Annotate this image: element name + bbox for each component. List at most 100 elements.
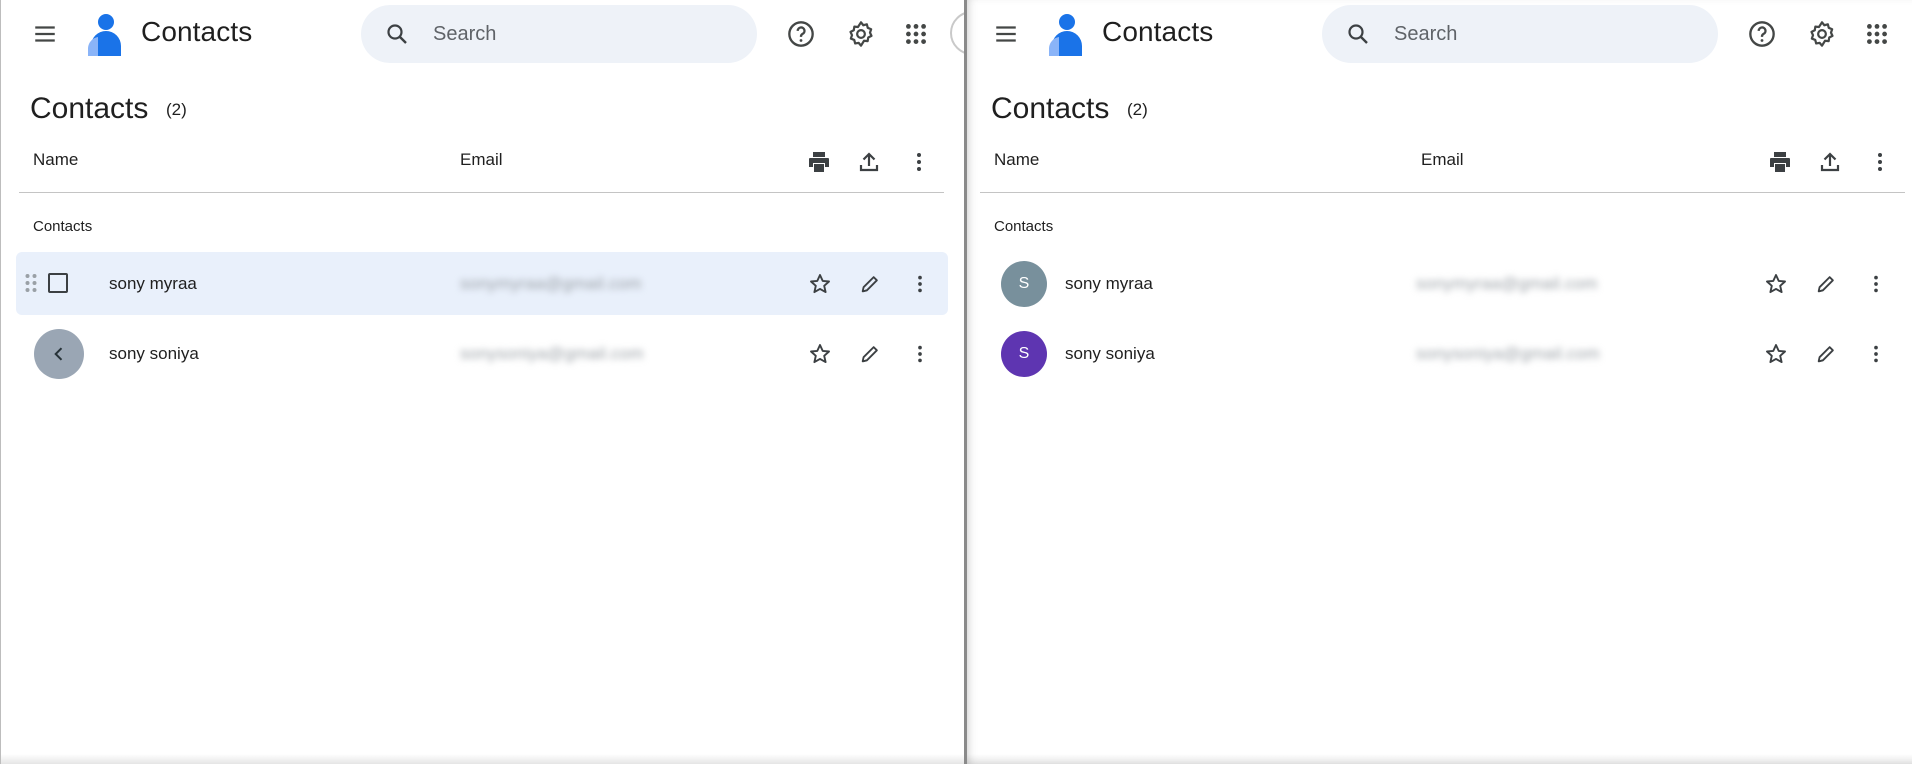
settings-button[interactable] — [839, 12, 883, 56]
contact-email: sonysoniya@gmail.com — [460, 344, 644, 363]
vertical-dots-icon — [917, 153, 921, 171]
row-more-button[interactable] — [1858, 336, 1894, 372]
section-label: Contacts — [994, 218, 1054, 235]
star-button[interactable] — [1758, 266, 1794, 302]
vertical-dots-icon — [1874, 275, 1878, 293]
help-button[interactable] — [1740, 12, 1784, 56]
contact-row[interactable]: S sony myraa sonymyraa@gmail.com — [977, 252, 1909, 315]
contact-name[interactable]: sony soniya — [1065, 344, 1155, 364]
vertical-dots-icon — [1874, 345, 1878, 363]
header-divider — [19, 192, 944, 193]
header-divider — [980, 192, 1905, 193]
left-window: Contacts Contacts (2) Name Email — [0, 0, 964, 764]
avatar[interactable]: S — [1001, 261, 1047, 307]
contact-email: sonymyraa@gmail.com — [460, 274, 642, 293]
contact-count: (2) — [1127, 100, 1148, 119]
main-menu-button[interactable] — [984, 12, 1028, 56]
contact-row[interactable]: sony soniya sonysoniya@gmail.com — [16, 322, 948, 385]
main-menu-button[interactable] — [23, 12, 67, 56]
contact-name[interactable]: sony myraa — [109, 274, 197, 294]
star-button[interactable] — [802, 336, 838, 372]
pencil-icon — [861, 346, 878, 363]
select-checkbox[interactable] — [48, 273, 68, 293]
email-column-header[interactable]: Email — [1421, 150, 1464, 170]
section-label: Contacts — [33, 218, 93, 235]
account-avatar[interactable] — [950, 11, 964, 55]
vertical-dots-icon — [1878, 153, 1882, 171]
edit-button[interactable] — [852, 266, 888, 302]
more-options-button[interactable] — [902, 145, 936, 179]
contact-row[interactable]: sony myraa sonymyraa@gmail.com — [16, 252, 948, 315]
hamburger-menu-icon — [996, 26, 1016, 42]
export-button[interactable] — [852, 145, 886, 179]
gear-icon — [1810, 21, 1834, 47]
screen: Contacts Contacts (2) Name Email — [0, 0, 1912, 764]
star-button[interactable] — [802, 266, 838, 302]
apps-button[interactable] — [1855, 12, 1899, 56]
chevron-left-icon — [54, 347, 63, 361]
help-icon — [788, 21, 814, 47]
help-icon — [1749, 21, 1775, 47]
row-more-button[interactable] — [902, 336, 938, 372]
contacts-logo-icon — [88, 14, 121, 56]
search-icon[interactable] — [383, 20, 411, 48]
drag-handle-icon[interactable] — [24, 272, 38, 294]
gear-icon — [849, 21, 873, 47]
contacts-logo-icon — [1049, 14, 1082, 56]
row-more-button[interactable] — [902, 266, 938, 302]
edit-button[interactable] — [1808, 336, 1844, 372]
hamburger-menu-icon — [35, 26, 55, 42]
row-more-button[interactable] — [1858, 266, 1894, 302]
star-icon — [1766, 274, 1786, 294]
edit-button[interactable] — [1808, 266, 1844, 302]
right-window: Contacts Contacts (2) Name Email — [964, 0, 1912, 764]
help-button[interactable] — [779, 12, 823, 56]
contact-row[interactable]: S sony soniya sonysoniya@gmail.com — [977, 322, 1909, 385]
apps-button[interactable] — [894, 12, 938, 56]
star-icon — [810, 274, 830, 294]
bottom-shadow — [1, 754, 964, 764]
bottom-shadow — [967, 754, 1912, 764]
print-button[interactable] — [802, 145, 836, 179]
printer-icon — [1770, 152, 1790, 172]
avatar[interactable]: S — [1001, 331, 1047, 377]
contact-name[interactable]: sony myraa — [1065, 274, 1153, 294]
contact-email: sonysoniya@gmail.com — [1416, 344, 1600, 363]
top-bar: Contacts — [1, 0, 964, 68]
edit-button[interactable] — [852, 336, 888, 372]
search-box[interactable] — [1322, 5, 1718, 63]
back-button[interactable] — [34, 329, 84, 379]
search-input[interactable] — [431, 21, 715, 47]
apps-grid-icon — [1867, 24, 1887, 44]
more-options-button[interactable] — [1863, 145, 1897, 179]
search-input[interactable] — [1392, 21, 1676, 47]
star-icon — [1766, 344, 1786, 364]
star-button[interactable] — [1758, 336, 1794, 372]
search-icon[interactable] — [1344, 20, 1372, 48]
contact-count: (2) — [166, 100, 187, 119]
app-title[interactable]: Contacts — [1102, 16, 1213, 48]
upload-icon — [1820, 152, 1840, 172]
pencil-icon — [861, 276, 878, 293]
vertical-dots-icon — [918, 345, 922, 363]
top-bar: Contacts — [967, 0, 1912, 68]
star-icon — [810, 344, 830, 364]
name-column-header[interactable]: Name — [994, 150, 1039, 170]
page-title: Contacts — [30, 92, 149, 125]
settings-button[interactable] — [1800, 12, 1844, 56]
pencil-icon — [1817, 346, 1834, 363]
printer-icon — [809, 152, 829, 172]
email-column-header[interactable]: Email — [460, 150, 503, 170]
vertical-dots-icon — [918, 275, 922, 293]
apps-grid-icon — [906, 24, 926, 44]
upload-icon — [859, 152, 879, 172]
search-box[interactable] — [361, 5, 757, 63]
contact-email: sonymyraa@gmail.com — [1416, 274, 1598, 293]
page-title: Contacts — [991, 92, 1110, 125]
export-button[interactable] — [1813, 145, 1847, 179]
contact-name[interactable]: sony soniya — [109, 344, 199, 364]
print-button[interactable] — [1763, 145, 1797, 179]
name-column-header[interactable]: Name — [33, 150, 78, 170]
app-title[interactable]: Contacts — [141, 16, 252, 48]
pencil-icon — [1817, 276, 1834, 293]
